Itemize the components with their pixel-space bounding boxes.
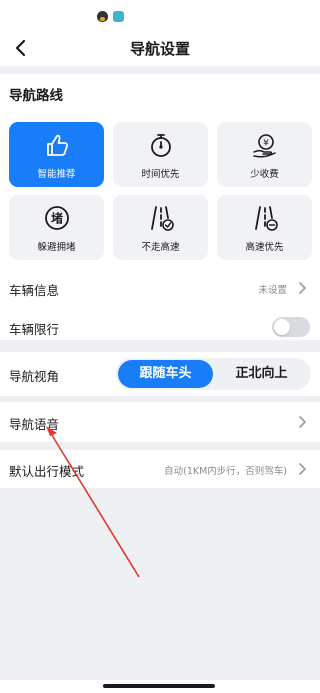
- page-title: 导航设置: [129, 40, 190, 58]
- vehicle-info-label: 车辆信息: [9, 283, 60, 298]
- route-option-label: 不走高速: [141, 242, 180, 253]
- penguin-notification-icon: [97, 11, 108, 22]
- route-option-label: 躲避拥堵: [37, 242, 76, 253]
- home-indicator[interactable]: [103, 684, 215, 688]
- header: 导航设置: [0, 30, 320, 66]
- chevron-right-icon: [299, 463, 306, 475]
- view-angle-label: 导航视角: [9, 369, 60, 384]
- status-bar: [0, 0, 320, 30]
- route-option-less-toll[interactable]: ¥ 少收费: [217, 122, 312, 187]
- route-option-label: 高速优先: [245, 242, 284, 253]
- route-option-time[interactable]: 时间优先: [113, 122, 208, 187]
- stopwatch-icon: [151, 134, 171, 157]
- route-option-no-highway[interactable]: 不走高速: [113, 195, 208, 260]
- no-highway-icon: [151, 206, 174, 231]
- route-option-avoid-congestion[interactable]: 堵 躲避拥堵: [9, 195, 104, 260]
- route-option-label: 智能推荐: [37, 169, 76, 180]
- coin-hand-icon: ¥: [253, 134, 276, 158]
- chevron-right-icon: [299, 282, 306, 294]
- voice-label: 导航语音: [9, 417, 60, 432]
- route-section-title: 导航路线: [9, 88, 63, 104]
- chevron-right-icon: [299, 416, 306, 428]
- app-notification-icon: [113, 11, 124, 22]
- highway-priority-icon: [255, 206, 278, 231]
- travel-mode-row[interactable]: 默认出行模式 自动(1KM内步行，否则驾车): [0, 450, 320, 488]
- route-option-label: 时间优先: [141, 169, 180, 180]
- view-angle-segmented-control: 跟随车头 正北向上: [116, 358, 311, 390]
- view-option-north-up[interactable]: 正北向上: [214, 360, 309, 388]
- view-option-follow-heading[interactable]: 跟随车头: [118, 360, 213, 388]
- vehicle-limit-label: 车辆限行: [9, 322, 60, 337]
- svg-text:¥: ¥: [263, 139, 269, 149]
- vehicle-info-value: 未设置: [258, 285, 287, 296]
- svg-text:堵: 堵: [51, 211, 63, 226]
- view-angle-section: 导航视角 跟随车头 正北向上: [0, 352, 320, 396]
- travel-mode-label: 默认出行模式: [9, 464, 85, 479]
- route-option-highway-first[interactable]: 高速优先: [217, 195, 312, 260]
- route-option-label: 少收费: [250, 169, 279, 180]
- congestion-icon: 堵: [45, 206, 69, 230]
- vehicle-limit-row: 车辆限行: [0, 309, 320, 345]
- vehicle-limit-toggle[interactable]: [272, 317, 310, 337]
- route-section: 导航路线 智能推荐 时间优先 ¥ 少收费 堵 躲避拥堵 不走高速 高速优先 车辆…: [0, 74, 320, 340]
- travel-mode-value: 自动(1KM内步行，否则驾车): [164, 466, 287, 477]
- voice-row[interactable]: 导航语音: [0, 402, 320, 442]
- route-option-smart[interactable]: 智能推荐: [9, 122, 104, 187]
- vehicle-info-row[interactable]: 车辆信息 未设置: [0, 270, 320, 306]
- toggle-knob: [274, 319, 290, 335]
- thumbs-up-icon: [47, 134, 69, 156]
